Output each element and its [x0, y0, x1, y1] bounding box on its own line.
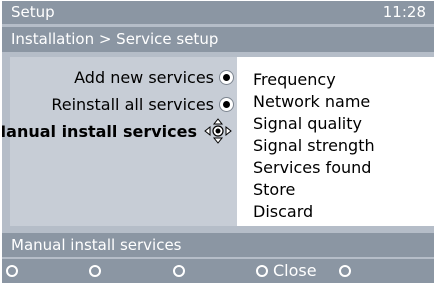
red-key-icon[interactable]	[6, 265, 18, 277]
blue-key-icon[interactable]	[256, 265, 268, 277]
menu-item-add-new-services[interactable]: Add new services	[74, 65, 233, 89]
breadcrumb-text: Installation > Service setup	[11, 30, 219, 48]
submenu-item-discard[interactable]: Discard	[253, 201, 313, 223]
menu-item-manual-install-services[interactable]: Manual install services	[2, 118, 233, 144]
content-panel: Add new services Reinstall all services …	[2, 57, 434, 226]
white-key-icon[interactable]	[339, 265, 351, 277]
page-title: Setup	[11, 3, 55, 21]
submenu-item-frequency[interactable]: Frequency	[253, 69, 336, 91]
navigation-cross-icon	[204, 118, 232, 144]
submenu-item-services-found[interactable]: Services found	[253, 157, 371, 179]
status-text: Manual install services	[11, 236, 182, 254]
menu-item-label: Reinstall all services	[51, 94, 214, 114]
menu-item-label: Manual install services	[2, 121, 197, 141]
menu-item-label: Add new services	[74, 67, 214, 87]
menu-item-reinstall-all-services[interactable]: Reinstall all services	[51, 92, 233, 116]
breadcrumb: Installation > Service setup	[2, 27, 434, 52]
color-key-bar: Close	[2, 259, 434, 283]
submenu-item-signal-quality[interactable]: Signal quality	[253, 113, 362, 135]
tv-screen: Setup 11:28 Installation > Service setup…	[2, 1, 434, 283]
radio-dot-icon	[220, 70, 233, 84]
submenu-item-signal-strength[interactable]: Signal strength	[253, 135, 375, 157]
green-key-icon[interactable]	[89, 265, 101, 277]
clock: 11:28	[382, 3, 426, 21]
header-bar: Setup 11:28	[2, 1, 434, 24]
radio-dot-icon	[220, 97, 233, 111]
submenu-item-store[interactable]: Store	[253, 179, 295, 201]
service-menu: Add new services Reinstall all services …	[2, 57, 237, 226]
submenu-item-network-name[interactable]: Network name	[253, 91, 370, 113]
close-key-label[interactable]: Close	[273, 259, 317, 283]
status-bar: Manual install services	[2, 233, 434, 257]
yellow-key-icon[interactable]	[173, 265, 185, 277]
